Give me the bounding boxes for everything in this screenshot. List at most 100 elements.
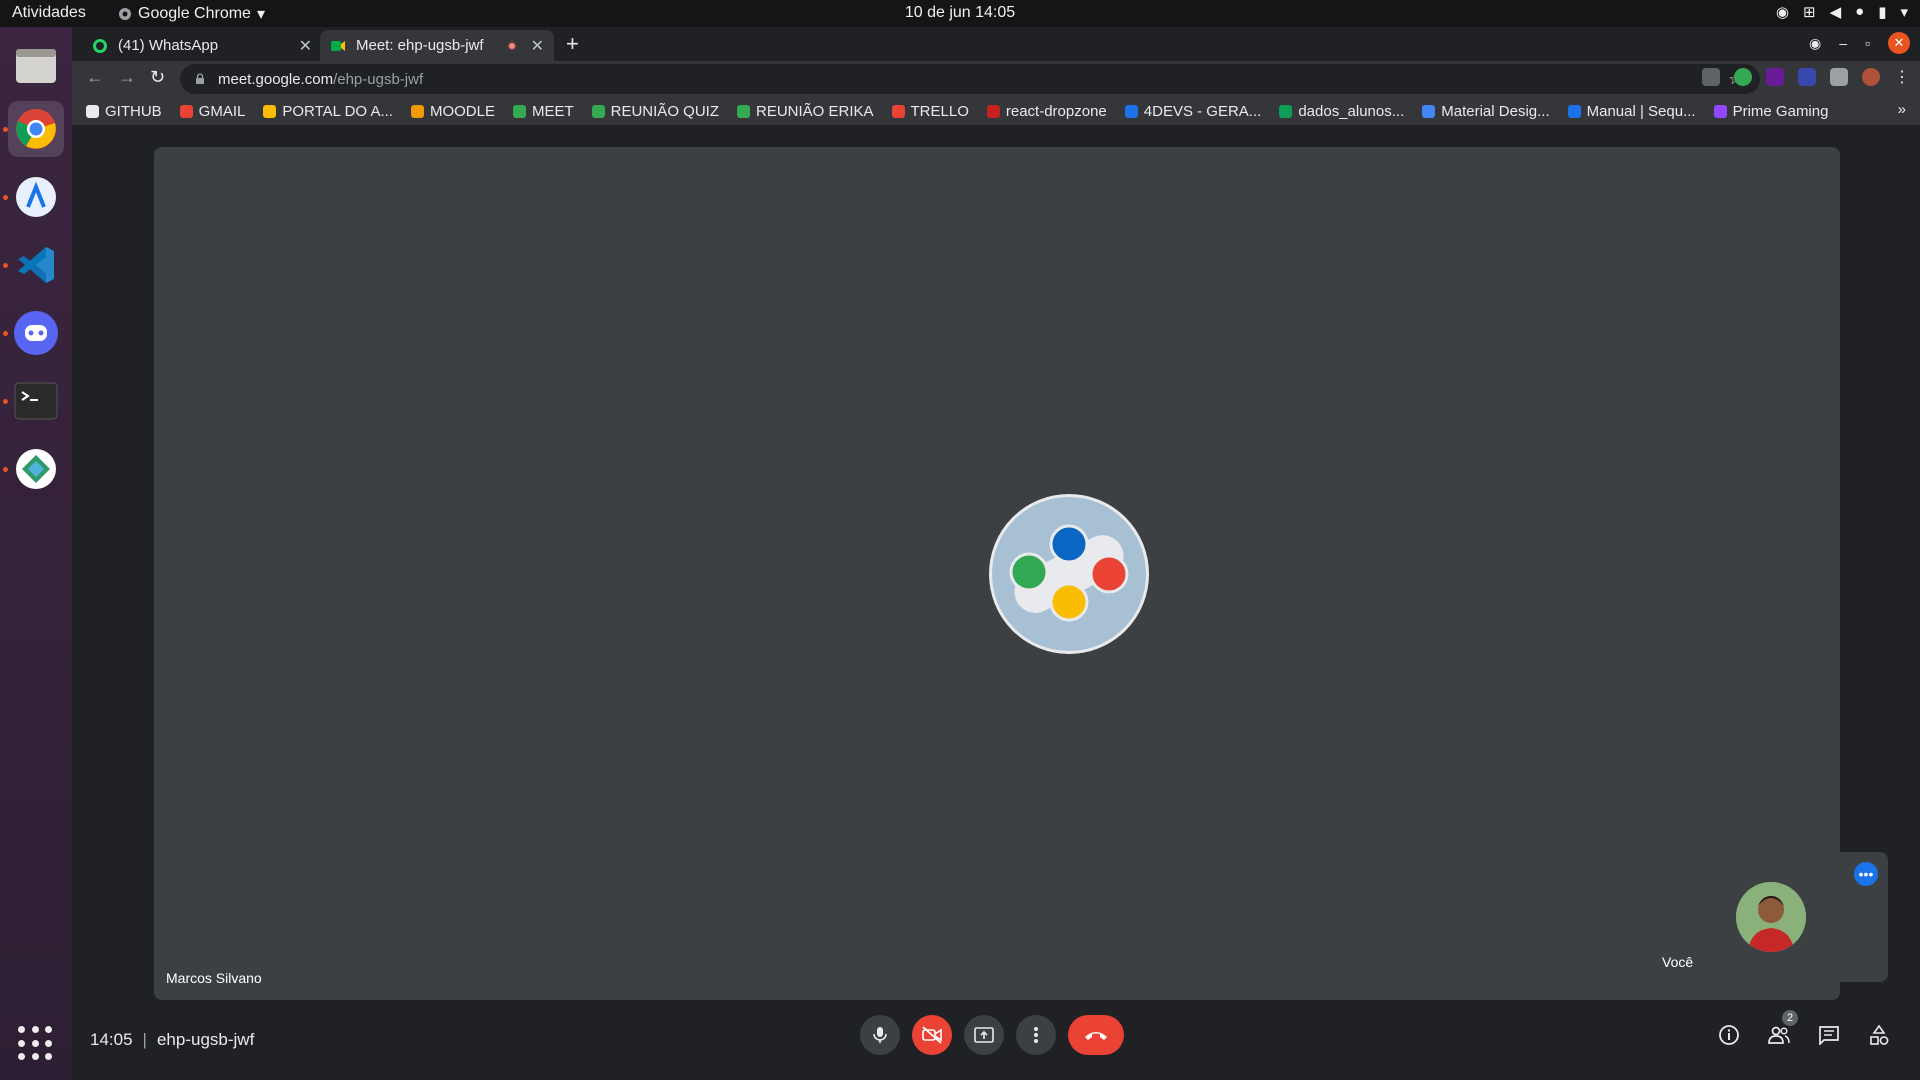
bookmark-item[interactable]: PORTAL DO A... xyxy=(263,103,393,120)
window-controls: ◉ – ▫ ✕ xyxy=(1809,32,1910,54)
terminal-app[interactable] xyxy=(8,373,64,429)
puzzle-icon[interactable] xyxy=(1830,68,1848,86)
bookmark-item[interactable]: dados_alunos... xyxy=(1279,103,1404,120)
present-screen-button[interactable] xyxy=(964,1015,1004,1055)
new-tab-button[interactable]: + xyxy=(566,31,579,57)
activities-button[interactable] xyxy=(1866,1022,1892,1048)
volume-icon[interactable]: ◀ xyxy=(1830,3,1842,21)
bookmark-item[interactable]: Manual | Sequ... xyxy=(1567,102,1696,120)
self-name: Você xyxy=(1662,954,1694,970)
forward-arrow-icon[interactable]: → xyxy=(118,67,136,88)
bookmark-favicon-icon xyxy=(1567,104,1581,118)
bookmark-item[interactable]: MOODLE xyxy=(410,103,495,120)
bookmark-item[interactable]: GMAIL xyxy=(179,102,246,120)
address-bar[interactable]: meet.google.com /ehp-ugsb-jwf ■ ☆ xyxy=(180,64,1760,94)
clock[interactable]: 10 de jun 14:05 xyxy=(0,4,1920,22)
bookmarks-bar: GITHUB GMAIL PORTAL DO A... MOODLE MEET REUNI… xyxy=(72,97,1920,125)
tab-title: (41) WhatsApp xyxy=(118,37,219,54)
extension-plus-icon[interactable] xyxy=(1734,68,1752,86)
meeting-code: ehp-ugsb-jwf xyxy=(156,1030,255,1049)
side-panel-controls: 2 xyxy=(1716,1010,1892,1048)
whatsapp-icon xyxy=(92,38,108,54)
bookmark-item[interactable]: REUNIÃO ERIKA xyxy=(736,103,874,120)
url-path: /ehp-ugsb-jwf xyxy=(333,70,424,88)
bookmark-label: Manual | Sequ... xyxy=(1586,102,1696,120)
insomnia-app[interactable] xyxy=(8,441,64,497)
bookmark-item[interactable]: 4DEVS - GERA... xyxy=(1124,103,1261,120)
back-arrow-icon[interactable]: ← xyxy=(86,67,104,88)
more-options-icon[interactable]: ••• xyxy=(1854,862,1878,886)
chrome-app[interactable] xyxy=(8,101,64,157)
chevron-down-icon[interactable]: ▾ xyxy=(1900,3,1908,21)
browser-toolbar: ← → ↻ meet.google.com /ehp-ugsb-jwf ■ ☆ … xyxy=(72,61,1920,97)
close-icon[interactable]: ✕ xyxy=(531,36,544,56)
bookmark-item[interactable]: react-dropzone xyxy=(986,102,1107,120)
lock-icon[interactable] xyxy=(194,73,206,85)
bookmark-item[interactable]: Prime Gaming xyxy=(1713,102,1829,120)
react-devtools-icon[interactable] xyxy=(1702,68,1720,86)
extension-diamond-icon[interactable] xyxy=(1766,68,1784,86)
vscode-icon xyxy=(18,247,54,283)
minimize-button[interactable]: – xyxy=(1839,35,1847,51)
participants-count-badge: 2 xyxy=(1782,1010,1798,1026)
chat-button[interactable] xyxy=(1816,1022,1842,1048)
vscode-app[interactable] xyxy=(8,237,64,293)
folder-icon xyxy=(16,49,56,83)
extension-pen-icon[interactable] xyxy=(1798,68,1816,86)
main-video-tile[interactable]: Marcos Silvano xyxy=(154,147,1840,1000)
bookmark-favicon-icon xyxy=(410,104,424,118)
meet-icon xyxy=(330,38,346,54)
microphone-icon xyxy=(873,1027,887,1043)
more-options-button[interactable] xyxy=(1016,1015,1056,1055)
network-icon[interactable]: ⊞ xyxy=(1803,3,1816,21)
meeting-details-button[interactable] xyxy=(1716,1022,1742,1048)
bookmark-label: GMAIL xyxy=(198,102,246,120)
files-app[interactable] xyxy=(8,37,64,93)
insomnia-icon xyxy=(16,449,56,489)
kebab-menu-icon[interactable]: ⋮ xyxy=(1894,67,1910,87)
bookmark-label: react-dropzone xyxy=(1005,102,1107,120)
bookmark-favicon-icon xyxy=(512,104,526,118)
more-bookmarks-icon[interactable]: » xyxy=(1898,101,1906,118)
discord-app[interactable] xyxy=(8,305,64,361)
running-indicator xyxy=(3,399,8,404)
microphone-button[interactable] xyxy=(860,1015,900,1055)
reload-icon[interactable]: ↻ xyxy=(150,67,165,88)
discord-tray-icon[interactable]: ◉ xyxy=(1776,3,1789,21)
meeting-info: 14:05 | ehp-ugsb-jwf xyxy=(90,1030,254,1050)
tab-meet[interactable]: Meet: ehp-ugsb-jwf ✕ xyxy=(320,30,554,61)
bookmark-label: dados_alunos... xyxy=(1298,102,1405,120)
bookmark-item[interactable]: Material Desig... xyxy=(1422,103,1550,120)
maximize-button[interactable]: ▫ xyxy=(1865,35,1870,51)
self-video-tile[interactable]: Você ••• xyxy=(1654,852,1888,982)
extensions-area: ⋮ xyxy=(1702,67,1910,87)
tab-whatsapp[interactable]: (41) WhatsApp ✕ xyxy=(82,30,322,61)
profile-avatar[interactable] xyxy=(1862,68,1880,86)
close-window-button[interactable]: ✕ xyxy=(1888,32,1910,54)
battery-icon[interactable]: ▮ xyxy=(1878,3,1886,21)
participants-button[interactable]: 2 xyxy=(1766,1010,1798,1048)
terminal-icon xyxy=(14,382,58,420)
close-icon[interactable]: ✕ xyxy=(299,36,312,56)
tab-title: Meet: ehp-ugsb-jwf xyxy=(356,37,484,54)
bookmark-item[interactable]: TRELLO xyxy=(891,103,969,120)
bookmark-item[interactable]: MEET xyxy=(512,102,574,120)
android-studio-app[interactable] xyxy=(8,169,64,225)
system-tray[interactable]: ◉ ⊞ ◀ ● ▮ ▾ xyxy=(1776,3,1908,21)
bookmark-favicon-icon xyxy=(591,104,605,118)
bookmark-favicon-icon xyxy=(263,104,277,118)
info-icon xyxy=(1719,1025,1739,1045)
show-applications-button[interactable] xyxy=(18,1026,54,1062)
shapes-icon xyxy=(1870,1024,1889,1045)
bookmark-label: Prime Gaming xyxy=(1732,102,1829,120)
leave-call-button[interactable] xyxy=(1068,1015,1124,1055)
bookmark-favicon-icon xyxy=(1713,104,1727,118)
microphone-icon[interactable]: ● xyxy=(1855,3,1864,21)
bookmark-label: MEET xyxy=(531,102,574,120)
bookmark-label: PORTAL DO A... xyxy=(282,102,393,120)
bookmark-item[interactable]: REUNIÃO QUIZ xyxy=(591,103,719,120)
meeting-time: 14:05 xyxy=(90,1030,133,1049)
bookmark-item[interactable]: GITHUB xyxy=(86,103,162,120)
tab-search-icon[interactable]: ◉ xyxy=(1809,35,1821,52)
camera-off-button[interactable] xyxy=(912,1015,952,1055)
